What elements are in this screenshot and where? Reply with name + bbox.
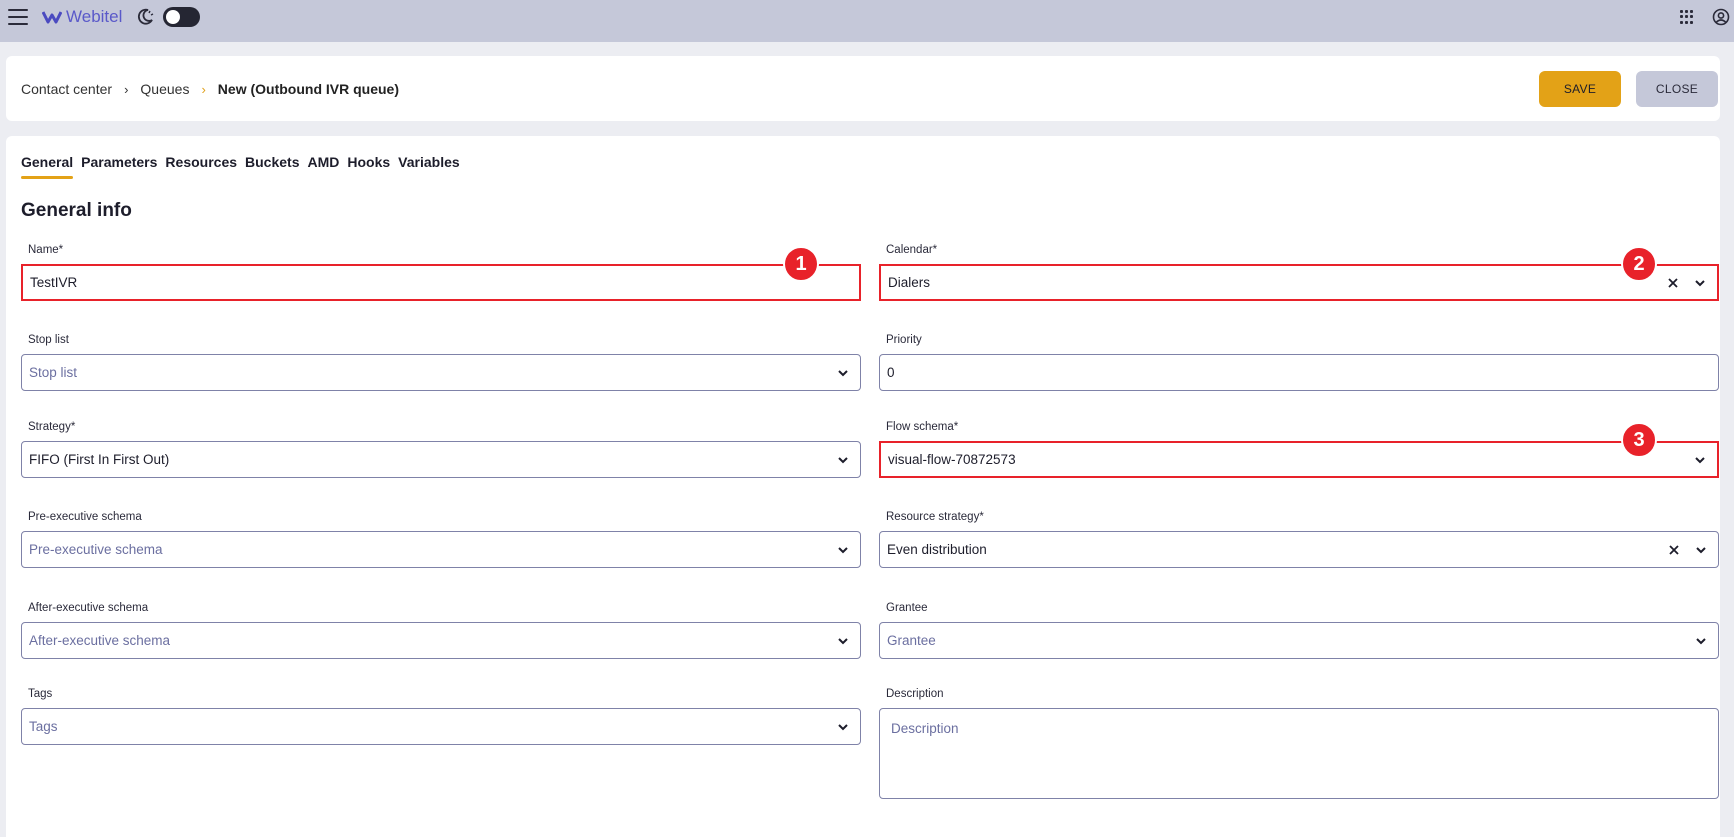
flow-schema-select[interactable]: visual-flow-70872573 [879,441,1719,478]
pre-exec-label: Pre-executive schema [28,511,142,523]
resource-strategy-select[interactable]: Even distribution [879,531,1719,568]
tags-label: Tags [28,688,53,700]
annotation-badge-1: 1 [783,246,819,282]
tab-variables[interactable]: Variables [398,154,460,179]
close-button[interactable]: CLOSE [1636,71,1718,107]
grantee-placeholder: Grantee [887,633,936,648]
account-icon[interactable] [1712,8,1730,26]
pre-exec-select[interactable]: Pre-executive schema [21,531,861,568]
priority-label: Priority [886,334,922,346]
stop-list-select[interactable]: Stop list [21,354,861,391]
tags-select[interactable]: Tags [21,708,861,745]
strategy-label: Strategy* [28,421,76,433]
strategy-field-group: Strategy* FIFO (First In First Out) [21,421,861,478]
grantee-label: Grantee [886,602,928,614]
chevron-down-icon[interactable] [836,543,850,557]
chevron-down-icon[interactable] [836,453,850,467]
grantee-field-group: Grantee Grantee [879,602,1719,659]
after-exec-label: After-executive schema [28,602,149,614]
pre-exec-placeholder: Pre-executive schema [29,542,163,557]
name-value: TestIVR [30,275,78,290]
resource-strategy-field-group: Resource strategy* Even distribution [879,511,1719,568]
breadcrumb: Contact center › Queues › New (Outbound … [21,81,399,97]
chevron-down-icon[interactable] [836,634,850,648]
tab-amd[interactable]: AMD [307,154,339,179]
after-exec-field-group: After-executive schema After-executive s… [21,602,861,659]
description-field-group: Description Description [879,688,1719,799]
tags-field-group: Tags Tags [21,688,861,745]
resource-strategy-label: Resource strategy* [886,511,984,523]
clear-icon[interactable] [1668,544,1680,556]
tab-general[interactable]: General [21,154,74,179]
grantee-select[interactable]: Grantee [879,622,1719,659]
calendar-select[interactable]: Dialers [879,264,1719,301]
strategy-value: FIFO (First In First Out) [29,452,170,467]
app-name: Webitel [66,7,123,26]
breadcrumb-current: New (Outbound IVR queue) [217,81,400,97]
tab-buckets[interactable]: Buckets [245,154,299,179]
tags-placeholder: Tags [29,719,58,734]
menu-icon[interactable] [8,9,28,25]
description-textarea[interactable]: Description [879,708,1719,799]
chevron-right-icon: › [124,81,129,97]
theme-toggle[interactable] [163,7,200,27]
chevron-down-icon[interactable] [836,366,850,380]
app-logo[interactable]: Webitel [42,7,122,27]
stop-list-field-group: Stop list Stop list [21,334,861,391]
save-button[interactable]: SAVE [1539,71,1621,107]
chevron-down-icon[interactable] [1694,543,1708,557]
calendar-label: Calendar* [886,244,938,256]
priority-input[interactable]: 0 [879,354,1719,391]
main-content: General Parameters Resources Buckets AMD… [6,136,1720,837]
moon-icon [137,8,154,25]
tab-parameters[interactable]: Parameters [81,154,157,179]
description-label: Description [886,688,944,700]
chevron-down-icon[interactable] [1693,276,1707,290]
stop-list-placeholder: Stop list [29,365,78,380]
chevron-right-icon: › [201,81,206,97]
tab-hooks[interactable]: Hooks [347,154,390,179]
top-bar: Webitel [0,0,1734,42]
strategy-select[interactable]: FIFO (First In First Out) [21,441,861,478]
resource-strategy-value: Even distribution [887,542,987,557]
chevron-down-icon[interactable] [836,720,850,734]
tabs: General Parameters Resources Buckets AMD… [21,154,460,179]
section-title: General info [21,200,132,221]
chevron-down-icon[interactable] [1693,453,1707,467]
calendar-field-group: Calendar* Dialers [879,244,1719,301]
priority-field-group: Priority 0 [879,334,1719,391]
description-placeholder: Description [891,721,959,736]
after-exec-select[interactable]: After-executive schema [21,622,861,659]
breadcrumb-contact-center[interactable]: Contact center [21,81,112,97]
stop-list-label: Stop list [28,334,69,346]
annotation-badge-3: 3 [1621,422,1657,458]
webitel-logo-icon [42,11,62,24]
apps-grid-icon[interactable] [1680,10,1694,24]
clear-icon[interactable] [1667,277,1679,289]
page-header: Contact center › Queues › New (Outbound … [6,56,1720,121]
after-exec-placeholder: After-executive schema [29,633,171,648]
chevron-down-icon[interactable] [1694,634,1708,648]
priority-value: 0 [887,365,895,380]
breadcrumb-queues[interactable]: Queues [140,81,189,97]
annotation-badge-2: 2 [1621,246,1657,282]
name-field-group: Name* TestIVR [21,244,861,301]
calendar-value: Dialers [888,275,931,290]
flow-schema-value: visual-flow-70872573 [888,452,1016,467]
flow-schema-label: Flow schema* [886,421,959,433]
name-label: Name* [28,244,64,256]
pre-exec-field-group: Pre-executive schema Pre-executive schem… [21,511,861,568]
tab-resources[interactable]: Resources [165,154,237,179]
flow-schema-field-group: Flow schema* visual-flow-70872573 [879,421,1719,478]
name-input[interactable]: TestIVR [21,264,861,301]
